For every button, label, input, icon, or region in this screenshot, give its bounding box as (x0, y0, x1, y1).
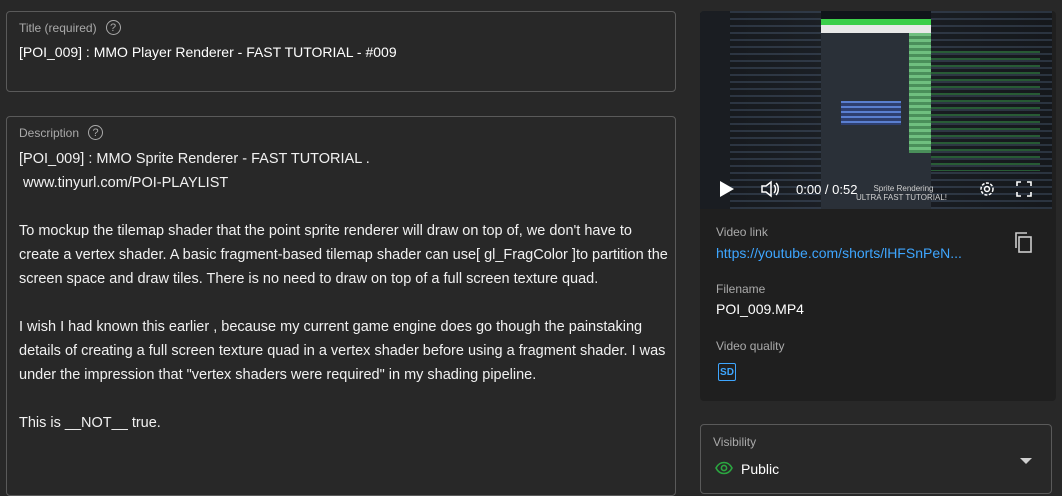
description-paragraph: This is __NOT__ true. (19, 415, 161, 431)
inset-white-bar (821, 25, 931, 33)
filename-value: POI_009.MP4 (716, 301, 804, 317)
description-label: Description (19, 125, 80, 140)
code-highlight (930, 51, 1040, 171)
eye-icon (715, 461, 733, 480)
copy-icon[interactable] (1015, 232, 1033, 259)
title-label: Title (required) (19, 20, 97, 35)
video-player[interactable]: 0:00 / 0:52 Sprite Rendering ULTRA FAST … (700, 11, 1052, 209)
overlay-title: Sprite Rendering (873, 184, 934, 193)
inset-titlebar (821, 11, 931, 19)
description-field[interactable]: Description ? [POI_009] : MMO Sprite Ren… (6, 116, 676, 496)
visibility-select[interactable]: Visibility Public (700, 424, 1052, 494)
filename-label: Filename (716, 282, 766, 296)
inset-green-column (909, 33, 931, 153)
gear-icon[interactable] (978, 180, 996, 203)
description-input[interactable]: [POI_009] : MMO Sprite Renderer - FAST T… (19, 147, 669, 435)
title-input[interactable]: [POI_009] : MMO Player Renderer - FAST T… (19, 44, 397, 60)
play-icon[interactable] (720, 181, 734, 197)
dropdown-caret-icon[interactable] (1020, 458, 1032, 464)
title-field[interactable]: Title (required) ? [POI_009] : MMO Playe… (6, 11, 676, 92)
description-paragraph: To mockup the tilemap shader that the po… (19, 223, 668, 287)
description-line: www.tinyurl.com/POI-PLAYLIST (19, 175, 229, 191)
description-paragraph: I wish I had known this earlier , becaus… (19, 319, 666, 383)
video-quality-label: Video quality (716, 339, 785, 353)
sd-quality-badge: SD (718, 363, 736, 381)
title-label-row: Title (required) ? (19, 20, 121, 35)
video-thumbnail-inset (821, 11, 931, 209)
help-icon[interactable]: ? (105, 20, 121, 35)
overlay-subtitle: ULTRA FAST TUTORIAL! (856, 193, 947, 202)
help-icon[interactable]: ? (88, 125, 104, 140)
volume-icon[interactable] (760, 180, 780, 203)
code-gutter (700, 11, 730, 209)
inset-blue-block (841, 101, 901, 125)
video-link[interactable]: https://youtube.com/shorts/lHFSnPeN... (716, 245, 986, 261)
fullscreen-icon[interactable] (1016, 181, 1032, 202)
visibility-value: Public (741, 461, 780, 477)
visibility-label: Visibility (713, 435, 757, 449)
description-label-row: Description ? (19, 125, 104, 140)
video-card: 0:00 / 0:52 Sprite Rendering ULTRA FAST … (700, 11, 1056, 401)
description-line: [POI_009] : MMO Sprite Renderer - FAST T… (19, 151, 370, 167)
video-overlay-text: Sprite Rendering ULTRA FAST TUTORIAL! (820, 184, 947, 202)
video-link-label: Video link (716, 225, 768, 239)
